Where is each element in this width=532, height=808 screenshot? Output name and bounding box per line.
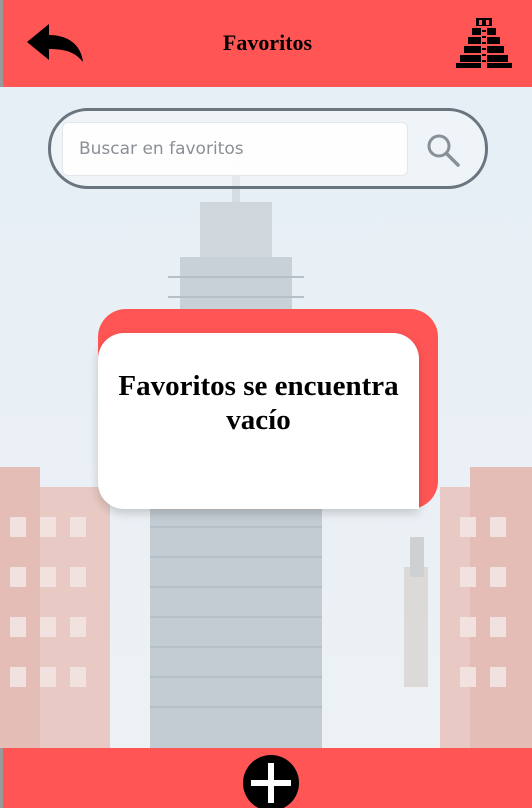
search-bar [48,108,488,189]
page-title: Favoritos [222,30,313,55]
empty-favorites-card: Favoritos se encuentra vacío [98,333,419,509]
top-bar: Favoritos [0,0,532,87]
search-input[interactable] [62,122,408,176]
pyramid-icon[interactable] [456,16,512,68]
bottom-bar [0,748,532,808]
empty-message: Favoritos se encuentra vacío [118,370,399,436]
search-icon[interactable] [423,130,463,170]
add-icon[interactable] [242,754,300,808]
